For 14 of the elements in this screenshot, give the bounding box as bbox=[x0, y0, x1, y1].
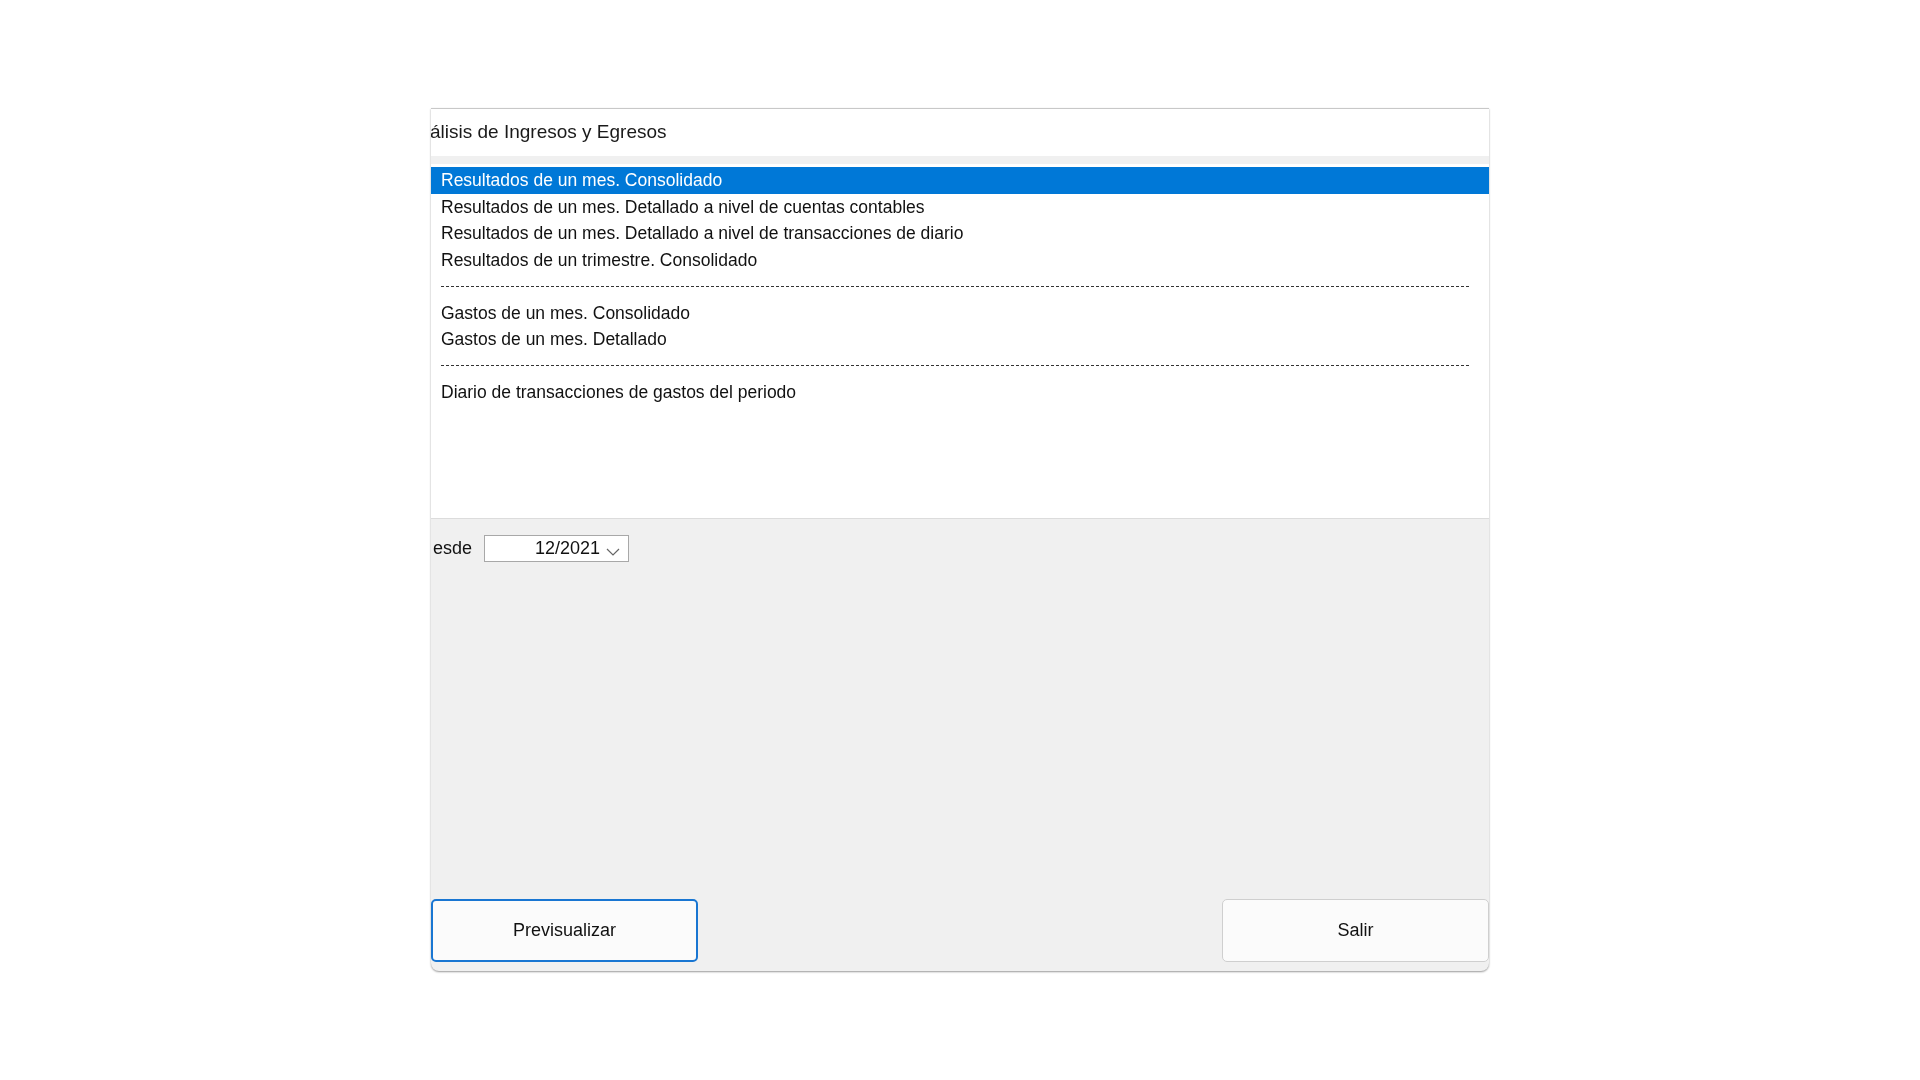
exit-button[interactable]: Salir bbox=[1222, 899, 1489, 962]
report-list-item[interactable]: Gastos de un mes. Detallado bbox=[431, 326, 1489, 353]
report-list-item[interactable]: Resultados de un mes. Detallado a nivel de transacciones de diario bbox=[431, 220, 1489, 247]
report-list[interactable] bbox=[431, 164, 1489, 518]
preview-button[interactable]: Previsualizar bbox=[431, 899, 698, 962]
window-title: álisis de Ingresos y Egresos bbox=[431, 120, 667, 145]
report-list-item[interactable]: Gastos de un mes. Consolidado bbox=[431, 299, 1489, 326]
chevron-down-icon bbox=[606, 547, 621, 556]
report-list-item[interactable]: Diario de transacciones de gastos del periodo bbox=[431, 379, 1489, 406]
report-list-item[interactable]: Resultados de un trimestre. Consolidado bbox=[431, 246, 1489, 273]
report-list-item[interactable]: Resultados de un mes. Detallado a nivel de cuentas contables bbox=[431, 193, 1489, 220]
from-label: esde bbox=[432, 537, 473, 560]
month-picker[interactable]: 12/2021 bbox=[484, 535, 630, 562]
report-list-item[interactable]: Resultados de un mes. Consolidado bbox=[431, 167, 1489, 194]
